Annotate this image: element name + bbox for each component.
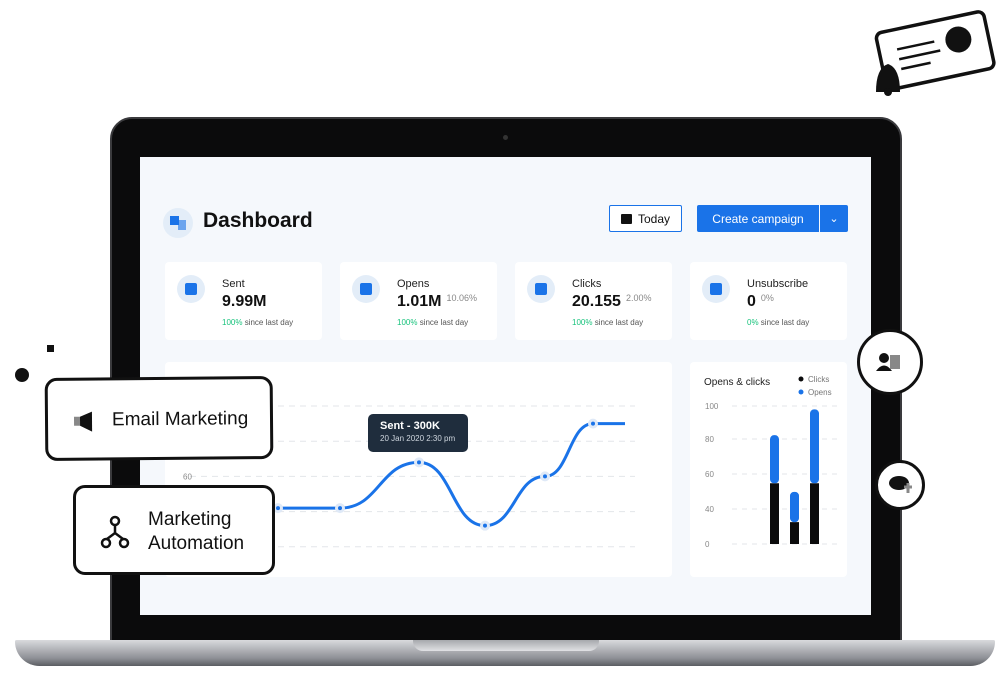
stat-card-clicks: Clicks 20.155 2.00% 100% since last day: [515, 262, 672, 340]
data-point: [480, 520, 490, 531]
data-point: [540, 471, 550, 482]
chat-bubble: [875, 460, 925, 510]
laptop-notch: [413, 640, 599, 651]
bar-opens: [810, 409, 819, 484]
contacts-icon: [876, 353, 900, 371]
contacts-bubble: [857, 329, 923, 395]
clicks-icon: [527, 275, 555, 303]
bar-opens: [790, 491, 799, 523]
stat-card-unsubscribe: Unsubscribe 0 0% 0% since last day: [690, 262, 847, 340]
y-tick-label: 40: [705, 505, 714, 514]
bar-clicks: [790, 522, 799, 544]
y-tick-label: 0: [705, 540, 710, 549]
bar-clicks: [810, 483, 819, 544]
create-campaign-button[interactable]: Create campaign: [697, 205, 819, 232]
megaphone-icon: [73, 411, 93, 432]
stat-change: 100%: [572, 318, 593, 327]
stat-since: since last day: [594, 318, 644, 327]
stat-percent: 10.06%: [446, 293, 477, 303]
bar-opens: [770, 435, 779, 484]
chart-tooltip: Sent - 300K 20 Jan 2020 2:30 pm: [368, 414, 468, 452]
stat-change: 100%: [222, 318, 243, 327]
bar-clicks: [770, 483, 779, 544]
opens-clicks-chart: Opens & clicks Clicks Opens 100 80 60 40 0: [690, 362, 847, 577]
calendar-icon: [620, 213, 632, 224]
stat-since: since last day: [760, 318, 810, 327]
legend-label: Opens: [808, 388, 832, 397]
opens-icon: [352, 275, 380, 303]
today-button[interactable]: Today: [609, 205, 682, 232]
stat-percent: 2.00%: [625, 293, 652, 303]
stat-change: 0%: [747, 318, 759, 327]
dashboard-logo-icon: [163, 208, 193, 238]
create-campaign-dropdown[interactable]: ⌄: [820, 205, 848, 232]
stat-change: 100%: [397, 318, 418, 327]
data-point: [588, 418, 598, 429]
legend-marker: [798, 376, 804, 382]
data-point: [414, 457, 424, 468]
decorative-dot: [15, 368, 29, 382]
stat-since: since last day: [419, 318, 469, 327]
y-tick-label: 60: [705, 470, 714, 479]
chat-add-icon: [889, 476, 912, 493]
notification-sketch-icon: [874, 10, 996, 96]
data-point: [273, 503, 283, 514]
chevron-down-icon: ⌄: [829, 213, 839, 225]
stat-value: 20.155: [572, 293, 621, 310]
decorative-dot: [47, 345, 54, 352]
stat-card-opens: Opens 1.01M 10.06% 100% since last day: [340, 262, 497, 340]
stat-card-sent: Sent 9.99M 100% since last day: [165, 262, 322, 340]
unsubscribe-icon: [702, 275, 730, 303]
y-tick-label: 80: [705, 435, 714, 444]
page-title: Dashboard: [203, 209, 313, 232]
workflow-icon: [100, 515, 130, 549]
stat-percent: 0%: [760, 293, 774, 303]
legend-marker: [798, 389, 804, 395]
email-marketing-badge: Email Marketing: [44, 376, 274, 461]
sent-icon: [177, 275, 205, 303]
stat-value: 1.01M: [397, 293, 442, 310]
y-tick-label: 60: [183, 472, 192, 481]
legend-label: Clicks: [808, 375, 829, 384]
marketing-automation-badge: Marketing Automation: [73, 485, 275, 575]
chart-title: Opens & clicks: [704, 377, 770, 388]
stat-value: 9.99M: [222, 293, 267, 310]
stat-value: 0: [747, 293, 756, 310]
stat-since: since last day: [244, 318, 294, 327]
y-tick-label: 100: [705, 402, 719, 411]
data-point: [335, 503, 345, 514]
webcam: [503, 135, 508, 140]
